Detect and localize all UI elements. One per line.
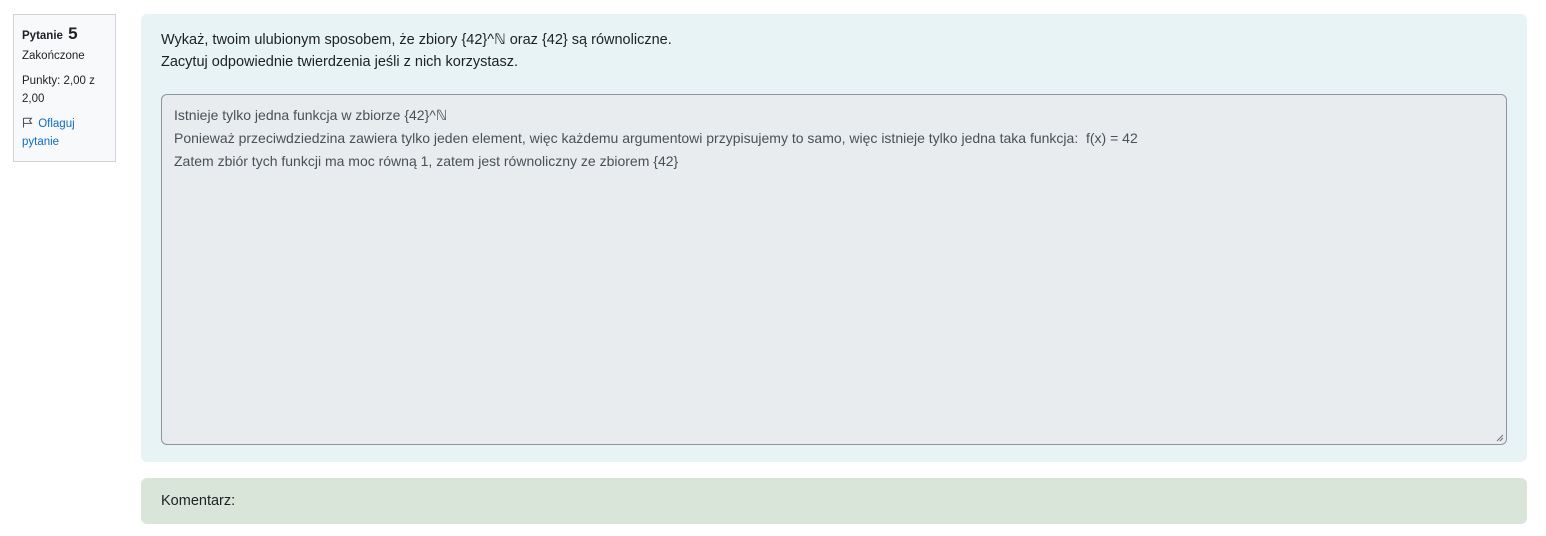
grade-line-1: Punkty: 2,00 z bbox=[22, 75, 95, 87]
answer-line: Ponieważ przeciwdziedzina zawiera tylko … bbox=[174, 130, 1138, 146]
flag-icon bbox=[22, 117, 38, 130]
answer-line: Istnieje tylko jedna funkcja w zbiorze {… bbox=[174, 107, 448, 123]
question-state: Zakończone bbox=[22, 50, 85, 62]
question-number: Pytanie 5 bbox=[22, 23, 107, 45]
question-text-line-1: Wykaż, twoim ulubionym sposobem, że zbio… bbox=[161, 32, 672, 48]
question-formulation: Wykaż, twoim ulubionym sposobem, że zbio… bbox=[141, 14, 1527, 462]
comment-box: Komentarz: bbox=[141, 478, 1527, 524]
resize-handle-icon[interactable] bbox=[1495, 433, 1504, 442]
question-info-panel: Pytanie 5 Zakończone Punkty: 2,00 z 2,00… bbox=[13, 14, 116, 162]
comment-label: Komentarz: bbox=[161, 493, 236, 509]
flag-label-line-1: Oflaguj bbox=[38, 118, 75, 130]
flag-label-line-2: pytanie bbox=[22, 136, 60, 148]
question-text: Wykaż, twoim ulubionym sposobem, że zbio… bbox=[161, 29, 1507, 73]
question-grade: Punkty: 2,00 z 2,00 bbox=[22, 72, 107, 108]
answer-line: Zatem zbiór tych funkcji ma moc równą 1,… bbox=[174, 153, 679, 169]
answer-textarea[interactable]: Istnieje tylko jedna funkcja w zbiorze {… bbox=[161, 94, 1507, 445]
question-label: Pytanie bbox=[22, 30, 63, 42]
flag-question-link[interactable]: Oflaguj pytanie bbox=[22, 115, 107, 151]
question-text-line-2: Zacytuj odpowiednie twierdzenia jeśli z … bbox=[161, 54, 519, 70]
grade-line-2: 2,00 bbox=[22, 93, 45, 105]
question-number-value: 5 bbox=[68, 24, 78, 43]
